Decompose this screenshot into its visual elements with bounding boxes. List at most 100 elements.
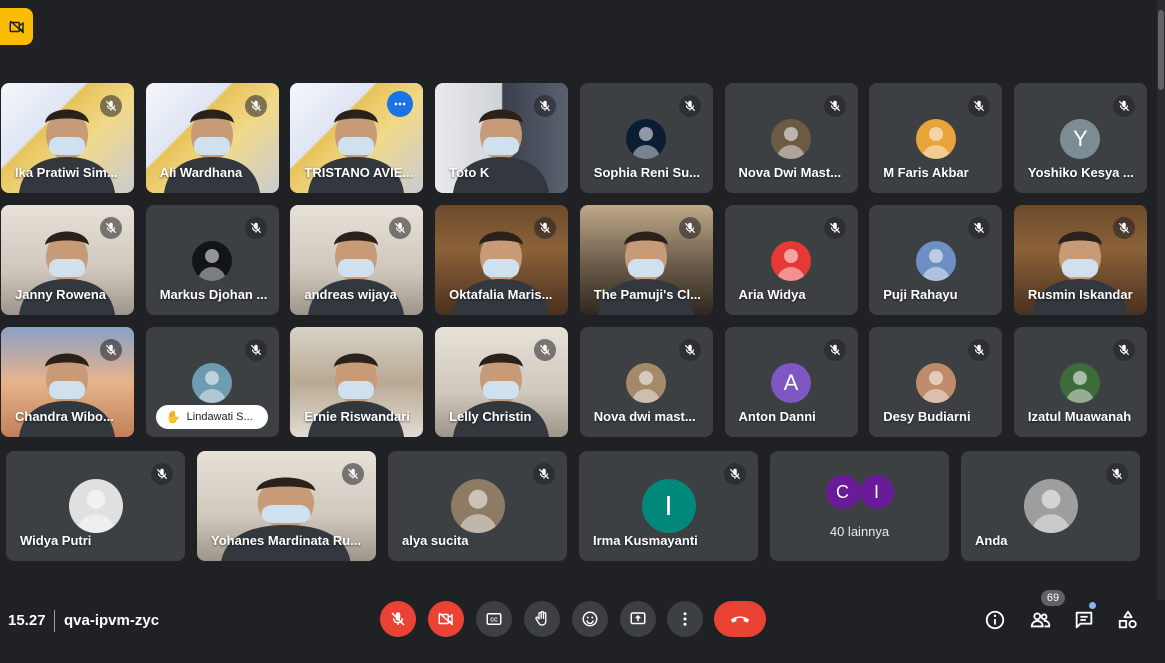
- muted-mic-icon: [724, 463, 746, 485]
- participant-name: Lindawati S...: [186, 411, 253, 423]
- scrollbar-thumb[interactable]: [1158, 10, 1164, 90]
- microphone-off-button[interactable]: [380, 601, 416, 637]
- participant-tile[interactable]: Aria Widya: [724, 205, 858, 315]
- muted-mic-icon: [1112, 95, 1135, 117]
- chat-icon: [1073, 609, 1095, 631]
- participant-tile[interactable]: Y Yoshiko Kesya ...: [1013, 83, 1147, 193]
- hangup-icon: [729, 612, 751, 626]
- more-vert-icon: [676, 610, 694, 628]
- present-screen-button[interactable]: [620, 601, 656, 637]
- participant-name: Anda: [975, 533, 1008, 548]
- participant-tile[interactable]: Sophia Reni Su...: [579, 83, 713, 193]
- participant-tile[interactable]: Markus Djohan ...: [145, 205, 279, 315]
- participant-tile[interactable]: M Faris Akbar: [869, 83, 1003, 193]
- participant-tile[interactable]: I Irma Kusmayanti: [579, 451, 758, 561]
- reactions-button[interactable]: [572, 601, 608, 637]
- participant-name: Anton Danni: [738, 409, 816, 424]
- avatar-initial: A: [771, 363, 811, 403]
- participant-name: Puji Rahayu: [883, 287, 958, 302]
- participant-tile[interactable]: TRISTANO AVIE...: [290, 83, 424, 193]
- participant-name: Aria Widya: [738, 287, 806, 302]
- participant-tile[interactable]: Desy Budiarni: [869, 327, 1003, 437]
- raise-hand-button[interactable]: [524, 601, 560, 637]
- participant-name: Nova dwi mast...: [593, 409, 696, 424]
- no-camera-icon: [9, 19, 24, 34]
- camera-off-button[interactable]: [428, 601, 464, 637]
- participant-name: Ali Wardhana: [159, 165, 243, 180]
- landscape-photo-icon: [192, 363, 233, 403]
- muted-mic-icon: [823, 339, 846, 361]
- participant-tile[interactable]: Nova Dwi Mast...: [724, 83, 858, 193]
- participant-tile[interactable]: Chandra Wibo...: [1, 327, 134, 437]
- participant-tile[interactable]: ✋ Lindawati S...: [145, 327, 279, 437]
- participant-tile[interactable]: Ernie Riswandari: [290, 327, 424, 437]
- participant-tile[interactable]: Janny Rowena: [1, 205, 134, 315]
- meeting-info-button[interactable]: [980, 605, 1010, 635]
- participant-tile[interactable]: Yohanes Mardinata Ru...: [197, 451, 376, 561]
- muted-mic-icon: [151, 463, 173, 485]
- mic-off-icon: [389, 610, 407, 628]
- participant-tile[interactable]: Puji Rahayu: [869, 205, 1003, 315]
- participant-name: TRISTANO AVIE...: [304, 165, 414, 180]
- participant-name: Widya Putri: [20, 533, 92, 548]
- participant-tile[interactable]: Widya Putri: [6, 451, 185, 561]
- muted-mic-icon: [342, 463, 364, 485]
- muted-mic-icon: [1112, 339, 1135, 361]
- participant-tile[interactable]: Oktafalia Maris...: [435, 205, 569, 315]
- leave-call-button[interactable]: [714, 601, 766, 637]
- more-participants-avatars: CI: [825, 475, 894, 509]
- chat-notification-dot: [1089, 602, 1096, 609]
- chat-button[interactable]: [1069, 605, 1099, 635]
- participant-tile[interactable]: A Anton Danni: [724, 327, 858, 437]
- emoji-icon: [581, 610, 599, 628]
- cat-photo-icon: [450, 479, 505, 533]
- participant-tile[interactable]: alya sucita: [388, 451, 567, 561]
- avatar-initial: I: [859, 475, 894, 509]
- meeting-time: 15.27: [8, 612, 46, 629]
- muted-mic-icon: [534, 95, 557, 117]
- sketch-photo-icon: [68, 479, 123, 533]
- muted-mic-icon: [534, 217, 557, 239]
- captions-button[interactable]: CC: [476, 601, 512, 637]
- participant-tile[interactable]: Rusmin Iskandar: [1013, 205, 1147, 315]
- participant-tile[interactable]: The Pamuji's Cl...: [579, 205, 713, 315]
- muted-mic-icon: [100, 95, 122, 117]
- avatar-initial: I: [641, 479, 696, 533]
- hand-icon: [533, 610, 551, 628]
- muted-mic-icon: [244, 339, 267, 361]
- muted-mic-icon: [678, 217, 701, 239]
- participant-tile[interactable]: andreas wijaya: [290, 205, 424, 315]
- muted-mic-icon: [1106, 463, 1128, 485]
- divider: [54, 610, 55, 632]
- participant-name: Janny Rowena: [15, 287, 107, 302]
- muted-mic-icon: [244, 217, 267, 239]
- muted-mic-icon: [823, 95, 846, 117]
- participant-tile[interactable]: Ali Wardhana: [145, 83, 279, 193]
- hijab-photo-icon: [626, 363, 667, 403]
- participant-count-badge: 69: [1041, 590, 1065, 606]
- muted-mic-icon: [100, 217, 122, 239]
- more-options-button[interactable]: [667, 601, 703, 637]
- people-button[interactable]: [1025, 605, 1055, 635]
- recording-status-badge[interactable]: [0, 8, 33, 45]
- participant-name: Desy Budiarni: [883, 409, 971, 424]
- meeting-code: qva-ipvm-zyc: [64, 612, 160, 629]
- participant-name: M Faris Akbar: [883, 165, 969, 180]
- participant-tile[interactable]: Lelly Christin: [435, 327, 569, 437]
- participant-tile[interactable]: Nova dwi mast...: [579, 327, 713, 437]
- more-participants-tile[interactable]: C I 40 lainnya: [770, 451, 949, 561]
- garden-photo-icon: [1060, 363, 1101, 403]
- participant-tile[interactable]: Ika Pratiwi Sim...: [1, 83, 134, 193]
- person-photo-icon: [771, 119, 811, 159]
- participant-tile[interactable]: Anda: [961, 451, 1140, 561]
- activities-icon: [1117, 609, 1139, 631]
- muted-mic-icon: [1112, 217, 1135, 239]
- participant-tile[interactable]: Izatul Muawanah: [1013, 327, 1147, 437]
- activities-button[interactable]: [1113, 605, 1143, 635]
- scrollbar[interactable]: [1157, 0, 1165, 600]
- arch-photo-icon: [1023, 479, 1078, 533]
- muted-mic-icon: [968, 217, 991, 239]
- participant-tile[interactable]: Toto K: [435, 83, 569, 193]
- bottom-toolbar: 15.27 qva-ipvm-zyc CC 69: [0, 590, 1165, 663]
- svg-text:CC: CC: [490, 618, 498, 624]
